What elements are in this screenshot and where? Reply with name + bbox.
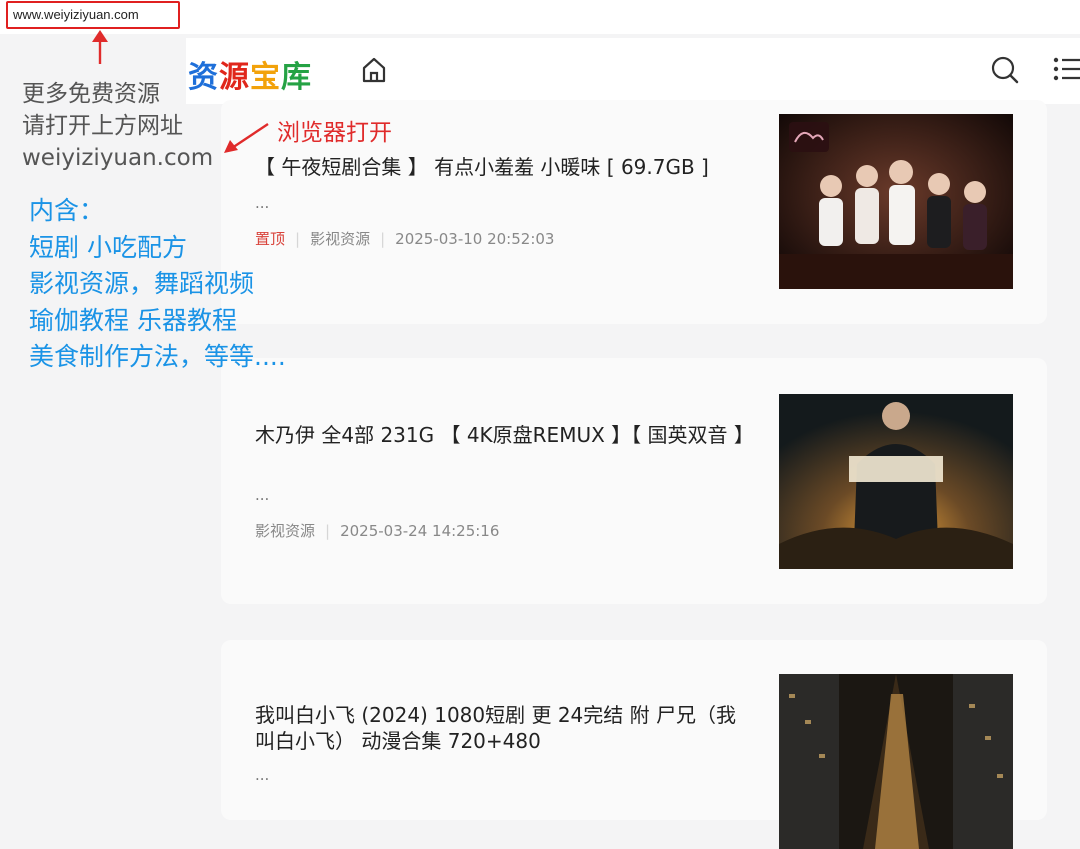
url-field[interactable]: www.weiyiziyuan.com [6, 1, 180, 29]
promo-line: weiyiziyuan.com [22, 145, 214, 171]
post-datetime: 2025-03-24 14:25:16 [340, 522, 500, 540]
post-card[interactable]: 木乃伊 全4部 231G 【 4K原盘REMUX 】【 国英双音 】 ... 影… [221, 358, 1047, 604]
logo-char: 宝 [250, 60, 281, 95]
contents-line: 短剧 小吃配方 [29, 232, 187, 262]
contents-note: 内含： 短剧 小吃配方 影视资源，舞蹈视频 瑜伽教程 乐器教程 美食制作方法，等… [29, 193, 286, 376]
post-thumbnail[interactable] [779, 394, 1013, 569]
arrow-up-icon [92, 30, 108, 64]
post-card[interactable]: 我叫白小飞 (2024) 1080短剧 更 24完结 附 尸兄（我叫白小飞） 动… [221, 640, 1047, 849]
logo-char: 库 [281, 60, 312, 95]
post-meta: 置顶 | 影视资源 | 2025-03-10 20:52:03 [255, 230, 555, 248]
promo-line: 更多免费资源 [22, 81, 160, 107]
promo-note: 更多免费资源 请打开上方网址 weiyiziyuan.com [22, 78, 213, 174]
contents-line: 美食制作方法，等等.... [29, 342, 286, 371]
post-thumbnail[interactable] [779, 674, 1013, 849]
contents-line: 瑜伽教程 乐器教程 [29, 305, 237, 335]
post-thumbnail[interactable] [779, 114, 1013, 289]
post-meta: 影视资源 | 2025-03-24 14:25:16 [255, 522, 500, 540]
arrow-left-icon [224, 123, 269, 153]
post-title[interactable]: 【 午夜短剧合集 】 有点小羞羞 小暖味 [ 69.7GB ] [255, 154, 765, 180]
site-header: 资源宝库 [186, 38, 1080, 104]
open-in-browser-note: 浏览器打开 [277, 120, 392, 146]
contents-line: 内含： [29, 196, 105, 225]
post-datetime: 2025-03-10 20:52:03 [395, 230, 555, 248]
promo-line: 请打开上方网址 [22, 113, 183, 139]
post-excerpt: ... [255, 766, 270, 784]
home-icon[interactable] [360, 56, 388, 84]
post-title[interactable]: 木乃伊 全4部 231G 【 4K原盘REMUX 】【 国英双音 】 [255, 422, 765, 448]
contents-line: 影视资源，舞蹈视频 [29, 269, 255, 298]
post-category[interactable]: 影视资源 [255, 522, 315, 540]
post-category[interactable]: 影视资源 [310, 230, 370, 248]
search-icon[interactable] [990, 55, 1020, 85]
post-excerpt: ... [255, 486, 270, 504]
logo-char: 源 [219, 60, 250, 95]
menu-list-icon[interactable] [1052, 55, 1080, 83]
post-title[interactable]: 我叫白小飞 (2024) 1080短剧 更 24完结 附 尸兄（我叫白小飞） 动… [255, 702, 755, 754]
